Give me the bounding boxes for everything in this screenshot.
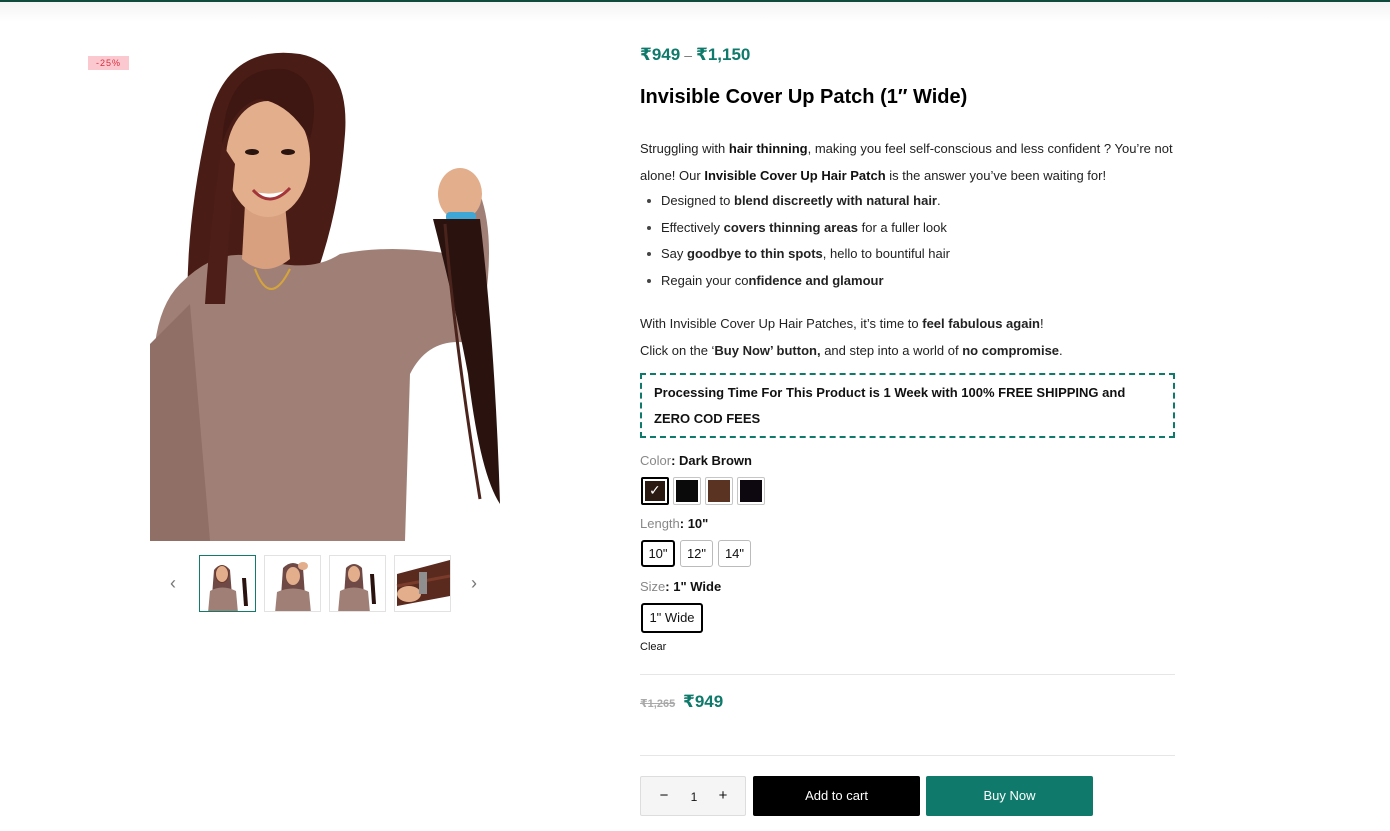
call-to-action-text: With Invisible Cover Up Hair Patches, it… [640,310,1180,364]
processing-time-notice: Processing Time For This Product is 1 We… [640,373,1175,438]
product-main-image[interactable] [150,44,510,541]
price-max: ₹1,150 [696,45,751,64]
desc-bold-2: Invisible Cover Up Hair Patch [704,167,886,183]
size-option-1-wide[interactable]: 1" Wide [641,603,703,633]
product-title: Invisible Cover Up Patch (1″ Wide) [640,86,968,108]
buy-now-button[interactable]: Buy Now [926,776,1093,816]
thumbnail-3[interactable] [329,555,386,612]
thumbnail-2[interactable] [264,555,321,612]
color-selected-value: : Dark Brown [671,453,752,468]
thumbnail-4[interactable] [394,555,451,612]
price-min: ₹949 [640,45,681,64]
length-label: Length [640,516,680,531]
thumbnail-strip: ‹ › [160,555,490,612]
product-description: Struggling with hair thinning, making yo… [640,136,1180,189]
clear-selection-link[interactable]: Clear [640,641,666,653]
color-option-label: Color: Dark Brown [640,453,752,468]
divider [640,755,1175,756]
feature-item: Regain your confidence and glamour [647,268,950,295]
length-option-label: Length: 10" [640,516,708,531]
price-range: ₹949– ₹1,150 [640,45,750,65]
size-selected-value: : 1" Wide [665,579,722,594]
cta-line-1: With Invisible Cover Up Hair Patches, it… [640,316,1044,331]
color-swatch-black[interactable] [673,477,701,505]
size-label: Size [640,579,666,594]
color-swatch-brown[interactable] [705,477,733,505]
color-swatch-dark-brown[interactable]: ✓ [641,477,669,505]
length-option-10[interactable]: 10" [641,540,675,567]
color-label: Color [640,453,672,468]
header-shadow [0,2,1390,22]
desc-text-3: is the answer you’ve been waiting for! [885,167,1107,183]
price-separator: – [684,47,692,63]
feature-item: Effectively covers thinning areas for a … [647,215,950,242]
length-selected-value: : 10" [679,516,709,531]
feature-list: Designed to blend discreetly with natura… [647,188,950,295]
quantity-decrease-button[interactable]: − [650,777,678,815]
size-option-label: Size: 1" Wide [640,579,721,594]
cta-line-2: Click on the ‘Buy Now’ button, and step … [640,343,1063,358]
divider [640,674,1175,675]
sale-price: ₹949 [683,692,724,711]
add-to-cart-button[interactable]: Add to cart [753,776,920,816]
thumbnail-next-arrow[interactable]: › [464,573,484,593]
discount-badge: -25% [88,56,129,70]
length-option-12[interactable]: 12" [680,540,713,567]
quantity-increase-button[interactable]: + [709,777,737,815]
thumbnail-1[interactable] [199,555,256,612]
quantity-stepper: − 1 + [640,776,746,816]
original-price: ₹1,265 [640,698,676,710]
quantity-input[interactable]: 1 [679,777,709,815]
color-swatch-jet-black[interactable] [737,477,765,505]
check-icon: ✓ [649,482,661,498]
desc-bold-1: hair thinning [728,141,808,156]
desc-text-1: Struggling with [640,141,729,156]
feature-item: Say goodbye to thin spots, hello to boun… [647,241,950,268]
thumbnail-prev-arrow[interactable]: ‹ [163,573,183,593]
feature-item: Designed to blend discreetly with natura… [647,188,950,215]
length-option-14[interactable]: 14" [718,540,751,567]
